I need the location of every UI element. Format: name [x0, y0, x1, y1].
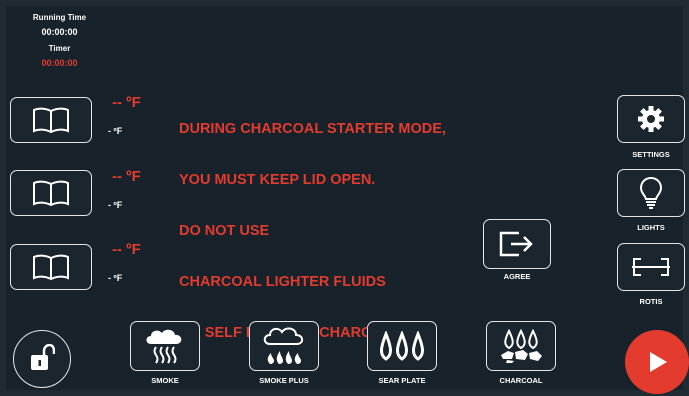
probe-2-temp: -- ºF	[112, 168, 141, 185]
smoke-mode-label: SMOKE	[151, 376, 179, 385]
agree-button[interactable]	[483, 219, 551, 269]
probe-1-button[interactable]	[10, 97, 92, 143]
charcoal-mode-label: CHARCOAL	[499, 376, 543, 385]
book-icon	[33, 180, 69, 207]
timer-label: Timer	[48, 44, 71, 53]
book-icon	[33, 107, 69, 134]
warning-line: CHARCOAL LIGHTER FLUIDS	[179, 274, 386, 290]
timer-value: 00:00:00	[41, 58, 78, 68]
probe-3-temp: -- ºF	[112, 241, 141, 258]
smoke-mode-button[interactable]	[130, 321, 200, 371]
rotis-button[interactable]	[617, 243, 685, 291]
play-icon	[650, 352, 667, 372]
rotisserie-icon	[632, 258, 670, 276]
charcoal-mode-button[interactable]	[486, 321, 556, 371]
warning-line: YOU MUST KEEP LID OPEN.	[179, 172, 376, 188]
sear-plate-mode-label: SEAR PLATE	[378, 376, 426, 385]
lights-button[interactable]	[617, 169, 685, 217]
charcoal-warning-message: DURING CHARCOAL STARTER MODE, YOU MUST K…	[179, 87, 446, 359]
warning-line: DO NOT USE	[179, 223, 270, 239]
probe-1-secondary-temp: - ºF	[108, 126, 123, 136]
charcoal-icon	[501, 328, 542, 363]
running-time-value: 00:00:00	[41, 27, 78, 37]
probe-2-secondary-temp: - ºF	[108, 200, 123, 210]
book-icon	[33, 254, 69, 281]
lights-label: LIGHTS	[637, 223, 665, 232]
rotis-label: ROTIS	[639, 297, 663, 306]
flame-icon	[380, 331, 424, 361]
probe-3-secondary-temp: - ºF	[108, 273, 123, 283]
probe-1-temp: -- ºF	[112, 94, 141, 111]
smoke-icon	[146, 329, 182, 364]
probe-2-button[interactable]	[10, 170, 92, 216]
smoke-plus-icon	[263, 327, 304, 364]
start-button[interactable]	[625, 330, 689, 394]
agree-label: AGREE	[503, 272, 531, 281]
sear-plate-mode-button[interactable]	[367, 321, 437, 371]
warning-line: DURING CHARCOAL STARTER MODE,	[179, 121, 446, 137]
lock-button[interactable]	[13, 330, 71, 388]
unlock-icon	[31, 344, 55, 370]
settings-button[interactable]	[617, 95, 685, 143]
probe-3-button[interactable]	[10, 244, 92, 290]
smoke-plus-mode-label: SMOKE PLUS	[259, 376, 309, 385]
light-bulb-icon	[639, 176, 663, 209]
gear-icon	[638, 106, 664, 132]
settings-label: SETTINGS	[632, 150, 670, 159]
smoke-plus-mode-button[interactable]	[249, 321, 319, 371]
exit-arrow-icon	[499, 231, 533, 257]
running-time-label: Running Time	[32, 13, 87, 22]
